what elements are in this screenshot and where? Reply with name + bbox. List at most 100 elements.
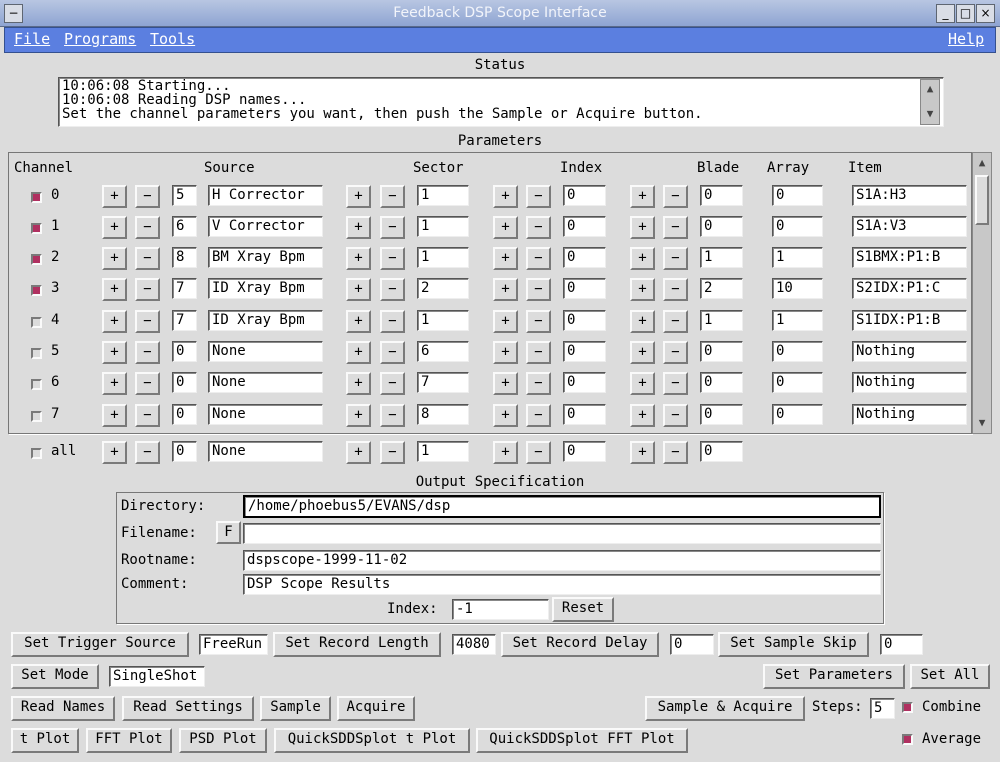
source-number-input[interactable]: 6 bbox=[172, 216, 197, 237]
menu-help[interactable]: Help bbox=[948, 30, 984, 48]
source-plus-button[interactable]: + bbox=[102, 372, 127, 395]
sector-plus-button[interactable]: + bbox=[346, 278, 371, 301]
sector-input[interactable]: 1 bbox=[417, 185, 469, 206]
index-plus-button[interactable]: + bbox=[493, 372, 518, 395]
blade-input[interactable]: 0 bbox=[700, 404, 743, 425]
source-minus-button[interactable]: − bbox=[135, 404, 160, 427]
blade-minus-button[interactable]: − bbox=[663, 310, 688, 333]
source-number-input[interactable]: 7 bbox=[172, 310, 197, 331]
blade-input[interactable]: 1 bbox=[700, 247, 743, 268]
source-plus-button[interactable]: + bbox=[102, 278, 127, 301]
source-minus-button[interactable]: − bbox=[135, 310, 160, 333]
scroll-up-icon[interactable]: ▲ bbox=[974, 155, 990, 171]
index-plus-button[interactable]: + bbox=[493, 247, 518, 270]
blade-minus-button[interactable]: − bbox=[663, 372, 688, 395]
source-plus-button[interactable]: + bbox=[102, 404, 127, 427]
source-plus-button[interactable]: + bbox=[102, 310, 127, 333]
index-input[interactable]: 0 bbox=[563, 404, 606, 425]
index-input[interactable]: 0 bbox=[563, 278, 606, 299]
read-names-button[interactable]: Read Names bbox=[11, 696, 115, 721]
sector-minus-button[interactable]: − bbox=[380, 372, 405, 395]
sector-minus-button[interactable]: − bbox=[380, 441, 405, 464]
sample-button[interactable]: Sample bbox=[260, 696, 331, 721]
index-minus-button[interactable]: − bbox=[526, 247, 551, 270]
set-sample-skip-button[interactable]: Set Sample Skip bbox=[718, 632, 869, 657]
channel-checkbox[interactable] bbox=[31, 448, 42, 459]
sector-plus-button[interactable]: + bbox=[346, 372, 371, 395]
sector-plus-button[interactable]: + bbox=[346, 247, 371, 270]
menu-programs[interactable]: Programs bbox=[64, 30, 136, 48]
reset-button[interactable]: Reset bbox=[552, 597, 614, 622]
menu-tools[interactable]: Tools bbox=[150, 30, 195, 48]
source-number-input[interactable]: 0 bbox=[172, 341, 197, 362]
window-menu-icon[interactable]: − bbox=[4, 4, 23, 23]
blade-minus-button[interactable]: − bbox=[663, 341, 688, 364]
source-plus-button[interactable]: + bbox=[102, 216, 127, 239]
blade-input[interactable]: 0 bbox=[700, 372, 743, 393]
index-input[interactable]: 0 bbox=[563, 310, 606, 331]
index-minus-button[interactable]: − bbox=[526, 404, 551, 427]
source-number-input[interactable]: 7 bbox=[172, 278, 197, 299]
sector-input[interactable]: 7 bbox=[417, 372, 469, 393]
sector-minus-button[interactable]: − bbox=[380, 310, 405, 333]
blade-minus-button[interactable]: − bbox=[663, 185, 688, 208]
index-minus-button[interactable]: − bbox=[526, 441, 551, 464]
minimize-icon[interactable]: _ bbox=[936, 4, 955, 23]
average-checkbox[interactable] bbox=[902, 734, 913, 745]
set-trigger-source-button[interactable]: Set Trigger Source bbox=[11, 632, 189, 657]
sector-input[interactable]: 1 bbox=[417, 441, 469, 462]
sector-minus-button[interactable]: − bbox=[380, 216, 405, 239]
index-input[interactable]: 0 bbox=[563, 441, 606, 462]
sector-minus-button[interactable]: − bbox=[380, 404, 405, 427]
combine-checkbox[interactable] bbox=[902, 702, 913, 713]
array-input[interactable]: 0 bbox=[772, 404, 823, 425]
blade-input[interactable]: 0 bbox=[700, 185, 743, 206]
index-plus-button[interactable]: + bbox=[493, 216, 518, 239]
sector-plus-button[interactable]: + bbox=[346, 441, 371, 464]
source-plus-button[interactable]: + bbox=[102, 185, 127, 208]
source-minus-button[interactable]: − bbox=[135, 341, 160, 364]
source-minus-button[interactable]: − bbox=[135, 247, 160, 270]
index-plus-button[interactable]: + bbox=[493, 185, 518, 208]
array-input[interactable]: 0 bbox=[772, 341, 823, 362]
blade-plus-button[interactable]: + bbox=[630, 247, 655, 270]
source-minus-button[interactable]: − bbox=[135, 185, 160, 208]
source-minus-button[interactable]: − bbox=[135, 278, 160, 301]
array-input[interactable]: 10 bbox=[772, 278, 823, 299]
blade-plus-button[interactable]: + bbox=[630, 216, 655, 239]
source-number-input[interactable]: 5 bbox=[172, 185, 197, 206]
source-minus-button[interactable]: − bbox=[135, 372, 160, 395]
acquire-button[interactable]: Acquire bbox=[337, 696, 415, 721]
status-scrollbar[interactable]: ▲ ▼ bbox=[920, 79, 940, 125]
blade-minus-button[interactable]: − bbox=[663, 278, 688, 301]
blade-plus-button[interactable]: + bbox=[630, 278, 655, 301]
sector-plus-button[interactable]: + bbox=[346, 341, 371, 364]
sector-input[interactable]: 1 bbox=[417, 310, 469, 331]
index-input[interactable]: 0 bbox=[563, 216, 606, 237]
sample-and-acquire-button[interactable]: Sample & Acquire bbox=[645, 696, 805, 721]
index-minus-button[interactable]: − bbox=[526, 278, 551, 301]
sector-input[interactable]: 8 bbox=[417, 404, 469, 425]
sector-plus-button[interactable]: + bbox=[346, 310, 371, 333]
index-input[interactable]: 0 bbox=[563, 372, 606, 393]
blade-plus-button[interactable]: + bbox=[630, 404, 655, 427]
channel-checkbox[interactable] bbox=[31, 192, 42, 203]
sector-input[interactable]: 1 bbox=[417, 216, 469, 237]
index-minus-button[interactable]: − bbox=[526, 310, 551, 333]
sector-minus-button[interactable]: − bbox=[380, 247, 405, 270]
source-minus-button[interactable]: − bbox=[135, 441, 160, 464]
blade-minus-button[interactable]: − bbox=[663, 247, 688, 270]
sector-plus-button[interactable]: + bbox=[346, 185, 371, 208]
menu-file[interactable]: File bbox=[14, 30, 50, 48]
psd-plot-button[interactable]: PSD Plot bbox=[179, 728, 267, 753]
set-mode-button[interactable]: Set Mode bbox=[11, 664, 99, 689]
index-input[interactable]: 0 bbox=[563, 341, 606, 362]
array-input[interactable]: 0 bbox=[772, 216, 823, 237]
index-minus-button[interactable]: − bbox=[526, 185, 551, 208]
set-parameters-button[interactable]: Set Parameters bbox=[763, 664, 905, 689]
sector-plus-button[interactable]: + bbox=[346, 404, 371, 427]
scroll-down-icon[interactable]: ▼ bbox=[974, 415, 990, 431]
sector-minus-button[interactable]: − bbox=[380, 185, 405, 208]
blade-input[interactable]: 1 bbox=[700, 310, 743, 331]
channel-checkbox[interactable] bbox=[31, 223, 42, 234]
